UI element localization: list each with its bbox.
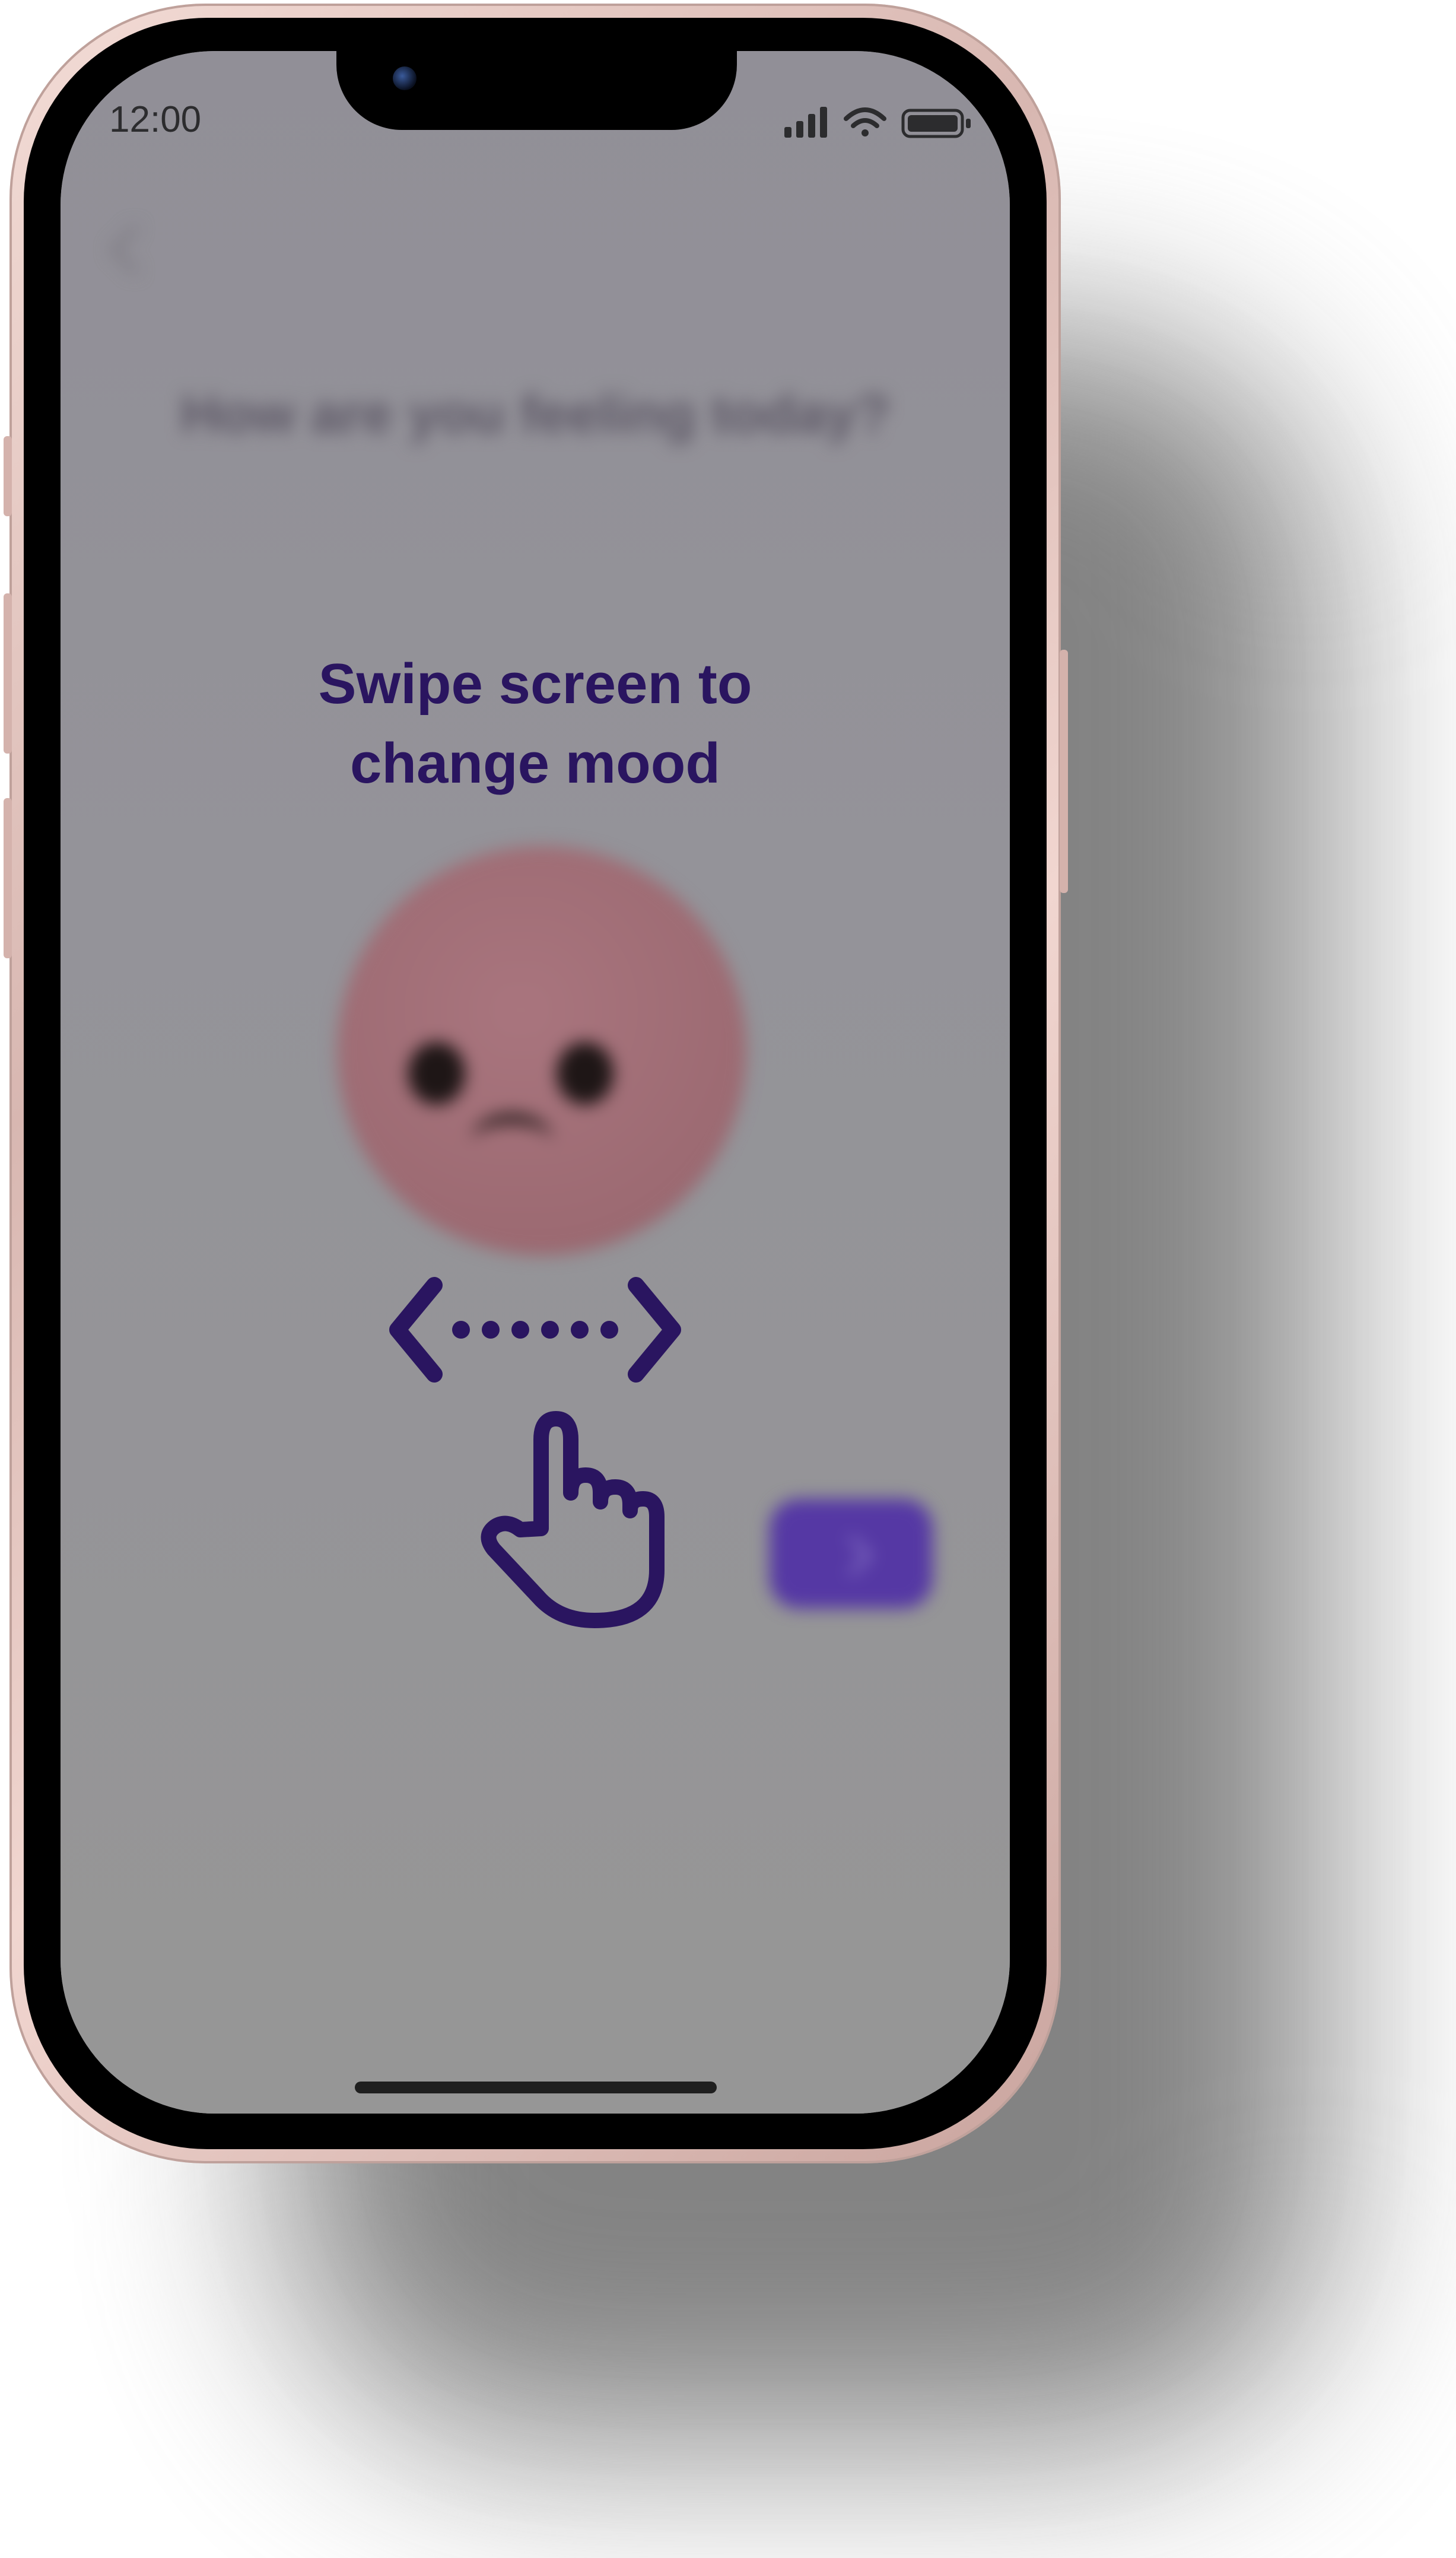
battery-icon xyxy=(901,109,971,138)
blurred-app-content: How are you feeling today? xyxy=(61,51,1010,2114)
phone-side-button-silent xyxy=(4,436,12,516)
next-button[interactable] xyxy=(770,1499,933,1609)
status-time: 12:00 xyxy=(109,99,202,140)
page-title: How are you feeling today? xyxy=(180,384,891,444)
swipe-instruction-line1: Swipe screen to xyxy=(318,652,752,716)
phone-side-button-power xyxy=(1060,650,1068,893)
front-camera xyxy=(393,66,417,90)
frown-mouth xyxy=(471,1113,554,1171)
left-eye xyxy=(408,1042,465,1105)
signal-icon xyxy=(784,107,827,138)
swipe-arrows-icon xyxy=(389,1277,681,1383)
phone-screen[interactable]: How are you feeling today? 12:00 Swipe s… xyxy=(61,51,1010,2114)
swipe-instruction-line2: change mood xyxy=(349,732,721,796)
home-indicator[interactable] xyxy=(355,2082,717,2093)
status-icons xyxy=(784,107,971,138)
chevron-left-icon[interactable] xyxy=(109,224,160,275)
sad-face-icon[interactable] xyxy=(337,846,746,1256)
phone-side-button-volume-up xyxy=(4,593,12,754)
wifi-icon xyxy=(844,107,886,136)
pointing-hand-icon xyxy=(481,1411,665,1628)
notch xyxy=(336,51,737,130)
right-eye xyxy=(557,1042,613,1105)
arrow-right-icon xyxy=(832,1536,872,1576)
phone-side-button-volume-down xyxy=(4,798,12,958)
swipe-instruction: Swipe screen to change mood xyxy=(61,644,1010,804)
